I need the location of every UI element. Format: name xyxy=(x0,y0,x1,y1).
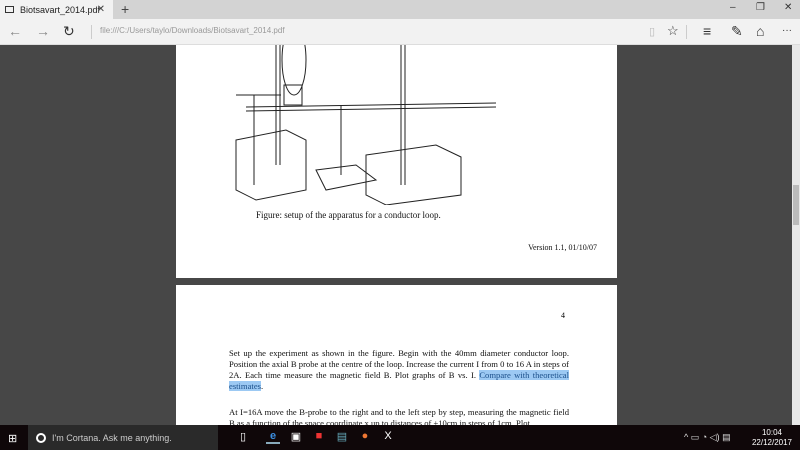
excel-icon[interactable]: X xyxy=(381,430,395,442)
cortana-placeholder: I'm Cortana. Ask me anything. xyxy=(52,432,172,443)
forward-button[interactable]: → xyxy=(36,23,50,39)
time: 10:04 xyxy=(761,428,782,437)
page-number: 4 xyxy=(561,311,565,320)
web-note-icon[interactable]: ✎ xyxy=(731,23,743,40)
tab-bar: Biotsavart_2014.pdf ✕ + – ❐ ✕ xyxy=(0,0,800,19)
paragraph-text: . xyxy=(260,381,264,391)
store-icon[interactable]: ▣ xyxy=(289,430,303,443)
address-bar[interactable]: file:///C:/Users/taylo/Downloads/Biotsav… xyxy=(100,26,285,35)
tab-close-button[interactable]: ✕ xyxy=(97,4,105,15)
task-view-icon[interactable]: ▯ xyxy=(236,430,250,443)
cortana-search[interactable]: I'm Cortana. Ask me anything. xyxy=(28,425,218,450)
pdf-page-4: 4 Set up the experiment as shown in the … xyxy=(176,285,617,425)
minimize-button[interactable]: – xyxy=(730,2,736,13)
close-window-button[interactable]: ✕ xyxy=(784,2,792,13)
share-icon[interactable]: ⌂ xyxy=(756,23,764,39)
hub-icon[interactable]: ≡ xyxy=(703,23,711,39)
cortana-icon xyxy=(36,432,46,443)
restore-button[interactable]: ❐ xyxy=(756,2,765,13)
paragraph: At I=16A move the B-probe to the right a… xyxy=(229,407,569,425)
divider xyxy=(91,25,92,39)
firefox-icon[interactable]: ● xyxy=(358,430,372,442)
back-button[interactable]: ← xyxy=(8,23,22,39)
tab-page-icon xyxy=(5,6,14,13)
apparatus-figure xyxy=(235,45,497,205)
more-button[interactable]: ··· xyxy=(782,25,792,36)
file-explorer-icon[interactable]: ▤ xyxy=(335,430,349,443)
figure-caption: Figure: setup of the apparatus for a con… xyxy=(256,210,441,220)
tab-biotsavart[interactable]: Biotsavart_2014.pdf ✕ xyxy=(0,0,113,19)
pdf-page-3: Figure: setup of the apparatus for a con… xyxy=(176,45,617,278)
start-button[interactable]: ⊞ xyxy=(8,432,17,445)
refresh-button[interactable]: ↻ xyxy=(63,23,75,40)
system-tray[interactable]: ^ ▭ ◔ ◁) ▤ xyxy=(684,432,731,443)
paragraph: Set up the experiment as shown in the fi… xyxy=(229,348,569,392)
edge-icon[interactable]: e xyxy=(266,430,280,444)
version-text: Version 1.1, 01/10/07 xyxy=(528,243,597,252)
scrollbar-thumb[interactable] xyxy=(793,185,799,225)
navigation-bar: ← → ↻ file:///C:/Users/taylo/Downloads/B… xyxy=(0,19,800,45)
clock[interactable]: 10:04 22/12/2017 xyxy=(752,428,792,448)
taskbar: ⊞ I'm Cortana. Ask me anything. ▯ e ▣ ■ … xyxy=(0,425,800,450)
tab-title: Biotsavart_2014.pdf xyxy=(20,4,101,15)
app-icon[interactable]: ■ xyxy=(312,430,326,442)
scrollbar[interactable] xyxy=(792,45,800,425)
favorite-star-icon[interactable]: ☆ xyxy=(667,23,679,39)
date: 22/12/2017 xyxy=(751,438,792,447)
new-tab-button[interactable]: + xyxy=(121,1,129,17)
reading-view-icon[interactable]: ▯ xyxy=(649,25,655,38)
divider xyxy=(686,25,687,39)
